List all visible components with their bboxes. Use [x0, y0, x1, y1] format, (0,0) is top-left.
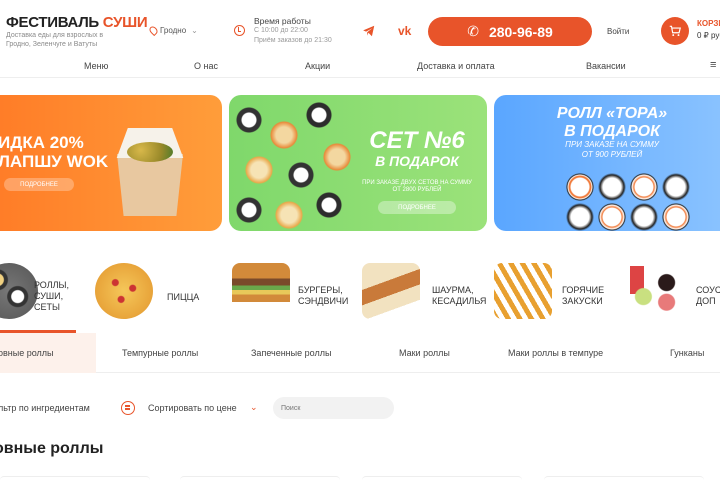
clock-icon [234, 25, 245, 36]
promo-banner-tora[interactable]: РОЛЛ «ТОРА» В ПОДАРОК ПРИ ЗАКАЗЕ НА СУММ… [494, 95, 720, 231]
nav-item-menu[interactable]: Меню [84, 61, 108, 71]
cart-sum: 0 ₽ руб [697, 31, 720, 40]
cart-label[interactable]: КОРЗИНА [697, 19, 720, 28]
user-icon[interactable] [577, 24, 591, 38]
product-card[interactable] [544, 476, 704, 480]
banner-title: ИДКА 20% ЛАПШУ WOK [0, 133, 109, 171]
product-card[interactable] [180, 476, 340, 480]
sauces-image [626, 263, 684, 319]
working-hours: Время работы С 10:00 до 22:00 Приём зака… [254, 16, 332, 46]
nav-item-about[interactable]: О нас [194, 61, 218, 71]
logo[interactable]: ФЕСТИВАЛЬ СУШИ [6, 14, 148, 31]
location-pin-icon [147, 24, 160, 37]
city-name: Гродно [160, 26, 187, 35]
cart-button[interactable] [661, 17, 689, 45]
category-bar: РОЛЛЫ, СУШИ, СЕТЫ ПИЦЦА БУРГЕРЫ, СЭНДВИЧИ Ш… [0, 260, 720, 333]
category-pizza[interactable]: ПИЦЦА [95, 260, 225, 332]
nav-item-delivery[interactable]: Доставка и оплата [417, 61, 495, 71]
tab-gunkans[interactable]: Гунканы [670, 348, 704, 358]
shawarma-image [362, 263, 420, 319]
rolls-image [0, 263, 38, 319]
nav-item-promotions[interactable]: Акции [305, 61, 330, 71]
hamburger-icon[interactable]: ≡ [710, 59, 716, 71]
burger-image [232, 263, 290, 319]
category-burgers[interactable]: БУРГЕРЫ, СЭНДВИЧИ [230, 260, 360, 332]
tab-tempura-rolls[interactable]: Темпурные роллы [122, 348, 198, 358]
banner-subtitle: В ПОДАРОК [375, 153, 459, 169]
wok-box-image [113, 128, 187, 216]
banner-title: СЕТ №6 [369, 127, 465, 154]
sort-by-price[interactable]: Сортировать по цене [148, 403, 237, 413]
logo-word-2: СУШИ [102, 14, 148, 31]
chevron-down-icon[interactable]: ⌄ [250, 402, 258, 413]
product-card[interactable] [0, 476, 150, 480]
login-link[interactable]: Войти [607, 27, 629, 36]
banner-more-button[interactable]: ПОДРОБНЕЕ [378, 201, 456, 214]
category-label: БУРГЕРЫ, СЭНДВИЧИ [298, 285, 349, 306]
product-cards-edge [0, 476, 720, 480]
category-label: ШАУРМА, КЕСАДИЛЬЯ [432, 285, 487, 306]
category-sauces[interactable]: СОУСЫ,ДОП [626, 260, 720, 332]
promo-banner-wok[interactable]: ИДКА 20% ЛАПШУ WOK ПОДРОБНЕЕ [0, 95, 222, 231]
hours-line-2: Приём заказов до 21:30 [254, 37, 332, 44]
logo-word-1: ФЕСТИВАЛЬ [6, 14, 99, 31]
hours-line-1: С 10:00 до 22:00 [254, 27, 308, 34]
city-selector[interactable]: Гродно ⌄ [147, 24, 198, 37]
hours-title: Время работы [254, 16, 311, 26]
cart-icon [669, 25, 681, 37]
banner-note: ПРИ ЗАКАЗЕ НА СУММУ ОТ 900 РУБЛЕЙ [565, 140, 659, 159]
subcategory-tabs: овные роллы Темпурные роллы Запеченные р… [0, 333, 720, 373]
section-title: овные роллы [0, 440, 104, 457]
sushi-rolls-image [229, 95, 357, 231]
category-label: ПИЦЦА [167, 292, 200, 302]
promo-banner-set6[interactable]: СЕТ №6 В ПОДАРОК ПРИ ЗАКАЗЕ ДВУХ СЕТОВ Н… [229, 95, 487, 231]
sort-icon[interactable] [121, 401, 135, 415]
banner-note: ПРИ ЗАКАЗЕ ДВУХ СЕТОВ НА СУММУ ОТ 2800 Р… [362, 180, 472, 193]
category-label: СОУСЫ,ДОП [696, 285, 720, 306]
telegram-icon[interactable] [362, 24, 376, 38]
tagline: Доставка еды для взрослых в Гродно, Зеле… [6, 32, 104, 48]
site-header: ФЕСТИВАЛЬ СУШИ Доставка еды для взрослых… [0, 0, 720, 56]
tab-maki-tempura[interactable]: Маки роллы в темпуре [508, 348, 603, 358]
product-card[interactable] [362, 476, 522, 480]
pizza-image [95, 263, 153, 319]
hot-snacks-image [494, 263, 552, 319]
category-label: ГОРЯЧИЕ ЗАКУСКИ [562, 285, 605, 306]
banner-title: РОЛЛ «ТОРА» В ПОДАРОК [556, 105, 668, 140]
tab-baked-rolls[interactable]: Запеченные роллы [251, 348, 331, 358]
banner-more-button[interactable]: ПОДРОБНЕЕ [4, 178, 74, 191]
phone-number: 280-96-89 [488, 23, 553, 40]
phone-button[interactable]: ✆ 280-96-89 [428, 17, 592, 46]
tab-maki-rolls[interactable]: Маки роллы [399, 348, 450, 358]
tab-classic-rolls[interactable]: овные роллы [0, 348, 54, 358]
phone-icon: ✆ [467, 23, 479, 39]
sushi-rolls-image [562, 167, 692, 231]
ingredient-filter[interactable]: льтр по ингредиентам [0, 403, 90, 413]
category-rolls[interactable]: РОЛЛЫ, СУШИ, СЕТЫ [0, 260, 96, 333]
chevron-down-icon: ⌄ [191, 26, 198, 35]
main-nav: Меню О нас Акции Доставка и оплата Вакан… [0, 56, 720, 78]
search-input[interactable] [273, 397, 394, 419]
category-shawarma[interactable]: ШАУРМА, КЕСАДИЛЬЯ [360, 260, 490, 332]
nav-item-vacancies[interactable]: Вакансии [586, 61, 626, 71]
vk-icon[interactable]: vk [398, 24, 411, 38]
category-label: РОЛЛЫ, СУШИ, СЕТЫ [34, 280, 69, 312]
category-hot-snacks[interactable]: ГОРЯЧИЕ ЗАКУСКИ [492, 260, 622, 332]
